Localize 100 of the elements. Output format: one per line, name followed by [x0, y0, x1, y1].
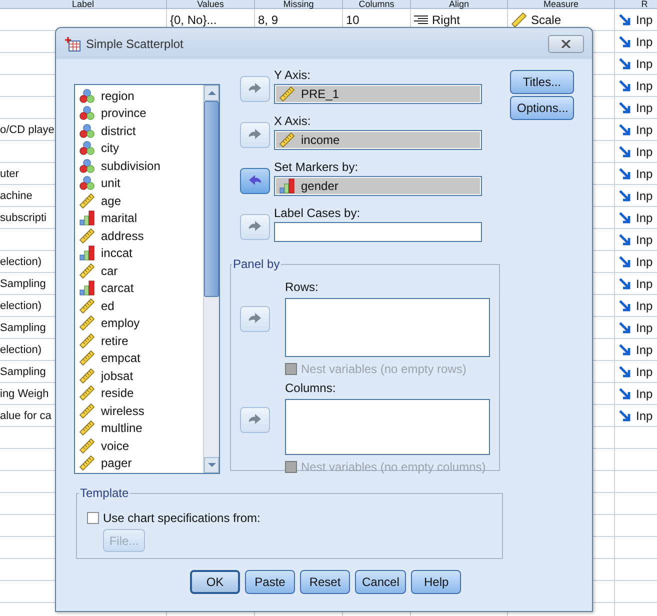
column-header[interactable]: Label — [0, 0, 167, 9]
ruler-icon — [79, 350, 95, 366]
dialog-button[interactable]: Options... — [510, 96, 574, 120]
variable-item[interactable]: inccat — [75, 244, 203, 262]
variable-item[interactable]: ed — [75, 297, 203, 314]
table-cell: Scale — [531, 13, 562, 27]
table-cell: ing Weigh — [0, 388, 49, 400]
ruler-icon — [79, 420, 95, 436]
table-cell: subscripti — [0, 212, 46, 224]
dialog-button[interactable]: Cancel — [355, 570, 406, 594]
dialog-button[interactable]: Reset — [300, 570, 350, 594]
move-right-button[interactable] — [240, 122, 270, 148]
variable-item[interactable]: reside — [75, 384, 203, 402]
variable-list[interactable]: region province district city subdivision unit age marital address inccat car carcat ed employ retire empcat jobsat reside wireless multline voice pager — [74, 84, 220, 474]
move-left-button[interactable] — [240, 168, 270, 194]
bar-chart-icon — [79, 280, 95, 296]
table-cell: Inp — [636, 167, 653, 181]
table-cell: Inp — [636, 35, 653, 49]
variable-field[interactable]: income — [274, 130, 482, 150]
scroll-thumb[interactable] — [204, 101, 219, 297]
variable-item[interactable]: province — [75, 104, 203, 122]
variable-item[interactable]: pager — [75, 454, 203, 472]
ruler-icon — [279, 132, 295, 148]
window-title: Simple Scatterplot — [86, 36, 184, 50]
variable-item[interactable]: address — [75, 227, 203, 244]
arrow-icon — [618, 365, 632, 379]
checkbox[interactable]: Use chart specifications from: — [87, 510, 492, 525]
column-header[interactable]: Measure — [508, 0, 615, 9]
variable-item[interactable]: empcat — [75, 350, 203, 367]
arrow-icon — [618, 35, 632, 49]
bar-chart-icon — [79, 210, 95, 226]
variable-item[interactable]: jobsat — [75, 367, 203, 384]
arrow-icon — [618, 233, 632, 247]
variable-item[interactable]: district — [75, 122, 203, 140]
ruler-icon — [79, 385, 95, 402]
table-cell: o/CD playe — [0, 124, 54, 136]
table-cell: Inp — [636, 409, 653, 423]
variable-item[interactable]: carcat — [75, 280, 203, 297]
move-right-button[interactable] — [240, 407, 270, 433]
variable-item[interactable]: voice — [75, 437, 203, 454]
table-cell: Inp — [636, 277, 653, 291]
group-title: Panel by — [232, 257, 281, 271]
table-cell: Inp — [636, 101, 653, 115]
dialog-button[interactable]: Help — [411, 570, 462, 594]
bar-chart-icon — [79, 245, 95, 262]
field-label: Columns: — [285, 382, 336, 397]
dialog-button[interactable]: OK — [190, 570, 240, 594]
nominal-icon — [79, 175, 95, 192]
table-cell: Inp — [636, 255, 653, 269]
arrow-icon — [618, 189, 632, 203]
dialog-button[interactable]: Paste — [245, 570, 295, 594]
column-header[interactable]: Values — [167, 0, 255, 9]
variable-field[interactable] — [274, 222, 482, 242]
arrow-icon — [618, 321, 632, 335]
field-label: X Axis: — [274, 115, 311, 130]
column-header[interactable]: Align — [411, 0, 508, 9]
field-label: Label Cases by: — [274, 207, 360, 222]
arrow-icon — [248, 414, 262, 426]
move-right-button[interactable] — [240, 76, 270, 102]
ruler-icon — [79, 438, 95, 454]
variable-field[interactable] — [285, 298, 490, 357]
column-header[interactable]: Missing — [255, 0, 343, 9]
table-cell: election) — [0, 344, 42, 356]
variable-item[interactable]: car — [75, 262, 203, 280]
scrollbar[interactable] — [203, 85, 219, 473]
variable-item[interactable]: wireless — [75, 402, 203, 420]
table-cell: Inp — [636, 365, 653, 379]
table-cell: Inp — [636, 321, 653, 335]
close-icon — [561, 40, 571, 48]
arrow-icon — [618, 57, 632, 71]
table-cell: election) — [0, 300, 42, 312]
variable-field[interactable] — [285, 399, 490, 455]
arrow-icon — [618, 167, 632, 181]
variable-field[interactable]: PRE_1 — [274, 84, 482, 104]
move-right-button[interactable] — [240, 214, 270, 240]
ruler-icon — [79, 402, 95, 419]
variable-item[interactable]: region — [75, 87, 203, 104]
bar-chart-icon — [279, 178, 295, 194]
variable-item[interactable]: retire — [75, 332, 203, 350]
variable-item[interactable]: employ — [75, 314, 203, 332]
variable-item[interactable]: subdivision — [75, 157, 203, 174]
move-right-button[interactable] — [240, 306, 270, 332]
variable-field[interactable]: gender — [274, 176, 482, 196]
column-header[interactable]: R — [615, 0, 657, 9]
dialog-button[interactable]: Titles... — [510, 70, 574, 94]
table-cell: Inp — [636, 211, 653, 225]
variable-item[interactable]: multline — [75, 420, 203, 437]
group-title: Template — [79, 486, 130, 500]
table-cell: Right — [432, 13, 460, 27]
arrow-icon — [248, 83, 262, 95]
close-button[interactable] — [548, 34, 584, 52]
column-header[interactable]: Columns — [343, 0, 411, 9]
variable-item[interactable]: unit — [75, 174, 203, 192]
variable-item[interactable]: marital — [75, 210, 203, 227]
variable-item[interactable]: city — [75, 140, 203, 157]
arrow-icon — [618, 123, 632, 137]
table-cell: {0, No}... — [170, 13, 217, 27]
arrow-icon — [618, 79, 632, 93]
arrow-icon — [618, 13, 632, 27]
variable-item[interactable]: age — [75, 192, 203, 210]
